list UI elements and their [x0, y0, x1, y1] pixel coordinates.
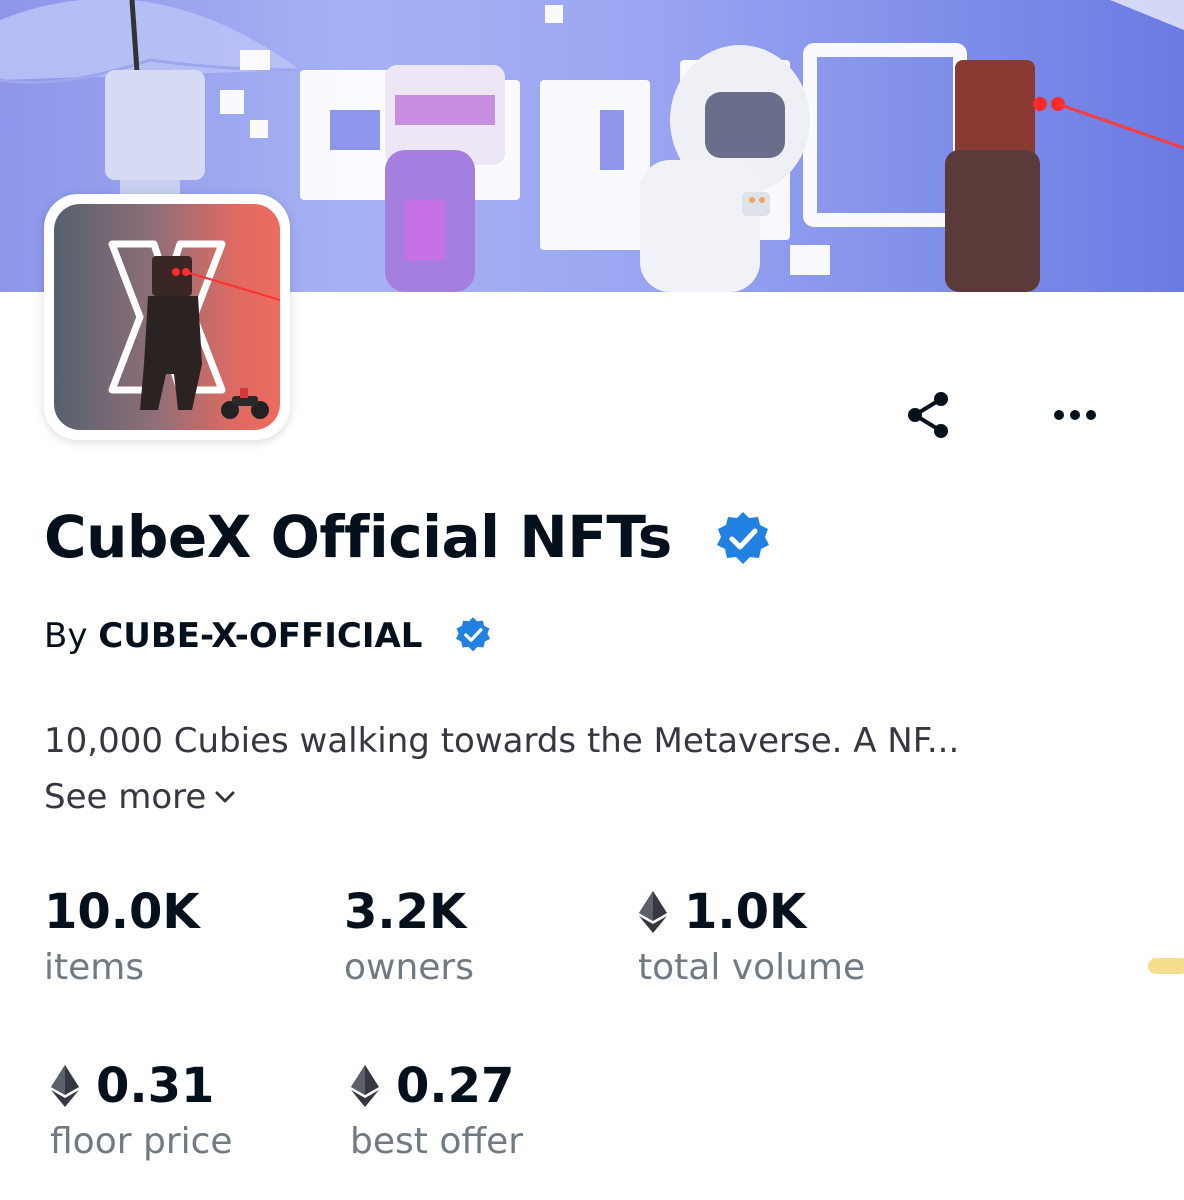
creator-line: By CUBE-X-OFFICIAL: [44, 614, 422, 658]
edge-highlight: [1148, 958, 1184, 974]
stat-label: floor price: [50, 1121, 233, 1162]
stat-value: 3.2K: [344, 884, 467, 940]
stat-floor-price[interactable]: 0.31 floor price: [50, 1056, 233, 1166]
stat-value: 10.0K: [44, 884, 200, 940]
stat-value: 1.0K: [638, 882, 865, 942]
ethereum-icon: [639, 891, 667, 933]
stat-label: total volume: [638, 947, 866, 988]
stat-best-offer[interactable]: 0.27 best offer: [350, 1056, 523, 1166]
stat-label: best offer: [350, 1121, 524, 1162]
stat-label: items: [44, 947, 145, 988]
stat-total-volume[interactable]: 1.0K total volume: [638, 882, 865, 992]
avatar-image: [54, 204, 280, 430]
collection-description: 10,000 Cubies walking towards the Metave…: [44, 721, 960, 761]
stat-value: 0.27: [350, 1056, 523, 1116]
more-options-button[interactable]: [1044, 386, 1106, 444]
creator-link[interactable]: CUBE-X-OFFICIAL: [98, 616, 422, 656]
verified-badge-icon: [717, 512, 769, 564]
ethereum-icon: [351, 1065, 379, 1107]
stat-label: owners: [344, 947, 474, 988]
share-icon: [908, 392, 948, 438]
collection-avatar: [44, 194, 290, 440]
ethereum-icon: [51, 1065, 79, 1107]
stat-value: 0.31: [50, 1056, 233, 1116]
by-prefix: By: [44, 616, 88, 656]
more-icon: [1054, 410, 1096, 420]
collection-title: CubeX Official NFTs: [44, 503, 672, 571]
see-more-label: See more: [44, 777, 207, 817]
see-more-button[interactable]: See more: [44, 774, 236, 820]
share-button[interactable]: [900, 386, 958, 444]
stat-items[interactable]: 10.0K items: [44, 882, 200, 992]
stat-owners[interactable]: 3.2K owners: [344, 882, 474, 992]
creator-verified-icon: [455, 617, 491, 652]
chevron-down-icon: [215, 791, 235, 803]
